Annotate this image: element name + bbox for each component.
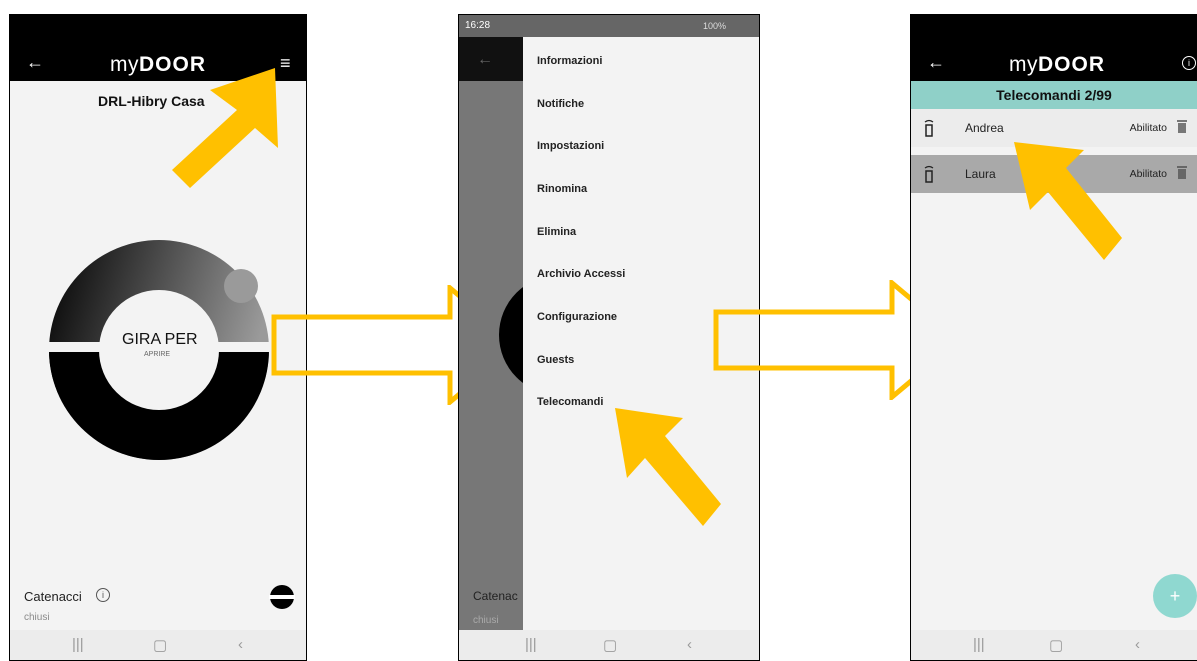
back-nav-icon[interactable]: ‹ [238, 636, 243, 653]
remotes-count-header: Telecomandi 2/99 [911, 81, 1197, 109]
trash-icon[interactable] [1177, 120, 1187, 133]
menu-item-elimina[interactable]: Elimina [537, 226, 576, 238]
menu-item-configurazione[interactable]: Configurazione [537, 311, 617, 323]
turn-dial[interactable] [49, 240, 269, 460]
back-nav-icon[interactable]: ‹ [1135, 636, 1140, 653]
home-icon[interactable]: ▢ [603, 636, 617, 654]
dimmed-header: ← [459, 37, 523, 81]
home-icon[interactable]: ▢ [153, 636, 167, 654]
system-nav-bar: ||| ▢ ‹ [10, 630, 306, 660]
system-nav-bar: ||| ▢ ‹ [459, 630, 759, 660]
dimmed-bolts-label: Catenac [473, 589, 518, 603]
dimmed-bolts-state: chiusi [473, 615, 499, 626]
bolts-state: chiusi [24, 612, 50, 623]
bolt-closed-icon [269, 585, 295, 609]
back-arrow-icon: ← [477, 51, 493, 68]
menu-item-archivio-accessi[interactable]: Archivio Accessi [537, 268, 625, 280]
trash-icon[interactable] [1177, 166, 1187, 179]
app-logo: myDOOR [1009, 53, 1105, 76]
remote-name: Andrea [965, 121, 1004, 135]
menu-item-impostazioni[interactable]: Impostazioni [537, 140, 604, 152]
remotes-title: Telecomandi 2/99 [996, 87, 1112, 103]
highlight-arrow-remote [1014, 142, 1122, 260]
remote-status: Abilitato [1129, 122, 1167, 134]
menu-item-telecomandi[interactable]: Telecomandi [537, 396, 603, 408]
status-battery: 100% [703, 21, 727, 31]
status-bar: 16:28 100% [459, 15, 759, 37]
remote-control-icon [924, 119, 934, 137]
app-header: ← myDOOR i [911, 15, 1197, 81]
dial-main-label: GIRA PER [122, 331, 198, 348]
system-nav-bar: ||| ▢ ‹ [911, 630, 1197, 660]
menu-item-informazioni[interactable]: Informazioni [537, 55, 602, 67]
back-arrow-icon[interactable]: ← [927, 52, 945, 73]
recents-icon[interactable]: ||| [72, 636, 84, 653]
remote-name: Laura [965, 167, 996, 181]
remote-control-icon [924, 165, 934, 183]
recents-icon[interactable]: ||| [973, 636, 985, 653]
menu-item-guests[interactable]: Guests [537, 354, 574, 366]
back-nav-icon[interactable]: ‹ [687, 636, 692, 653]
status-time: 16:28 [465, 20, 491, 31]
dial-knob [224, 269, 258, 303]
home-icon[interactable]: ▢ [1049, 636, 1063, 654]
highlight-arrow-telecomandi [615, 408, 721, 526]
remote-status: Abilitato [1129, 168, 1167, 180]
plus-icon: + [1169, 586, 1181, 606]
info-icon[interactable]: i [1182, 56, 1196, 70]
add-remote-button[interactable]: + [1153, 574, 1197, 618]
recents-icon[interactable]: ||| [525, 636, 537, 653]
highlight-arrow-menu [172, 68, 278, 188]
back-arrow-icon[interactable]: ← [26, 52, 44, 73]
bolts-label: Catenacci [24, 589, 82, 604]
phone-screen-remotes: ← myDOOR i Telecomandi 2/99 Andrea Abili… [910, 14, 1197, 661]
menu-item-rinomina[interactable]: Rinomina [537, 183, 587, 195]
info-icon[interactable]: i [96, 588, 110, 602]
dial-sub-label: APRIRE [144, 351, 171, 358]
menu-item-notifiche[interactable]: Notifiche [537, 98, 584, 110]
